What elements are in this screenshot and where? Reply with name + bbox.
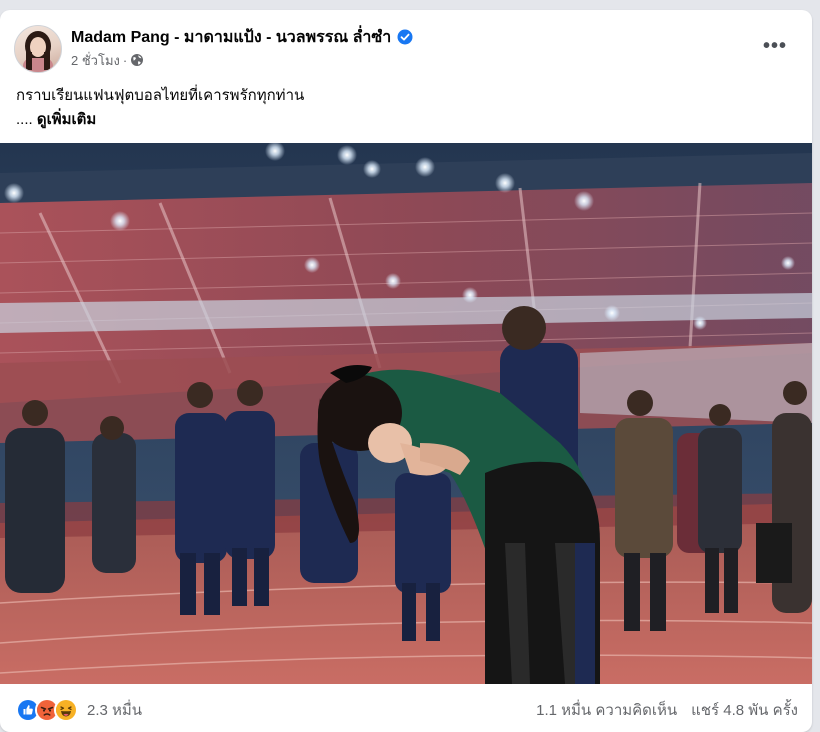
shares-count[interactable]: แชร์ 4.8 พัน ครั้ง	[691, 698, 798, 722]
engagement-stats: 1.1 หมื่น ความคิดเห็น แชร์ 4.8 พัน ครั้ง	[536, 698, 798, 722]
post-caption: กราบเรียนแฟนฟุตบอลไทยที่เคารพรักทุกท่าน	[16, 87, 305, 104]
see-more-ellipsis: ....	[16, 111, 33, 128]
avatar-portrait-icon	[23, 31, 53, 72]
meta-separator: ·	[122, 52, 128, 68]
post-timestamp[interactable]: 2 ชั่วโมง	[71, 50, 120, 71]
author-row: Madam Pang - มาดามแป้ง - นวลพรรณ ล่ำซำ	[71, 26, 413, 48]
post-footer: 2.3 หมื่น 1.1 หมื่น ความคิดเห็น แชร์ 4.8…	[0, 684, 812, 732]
see-more-link[interactable]: ดูเพิ่มเติม	[37, 111, 96, 128]
see-more-row: .... ดูเพิ่มเติม	[16, 108, 96, 132]
post-meta: 2 ชั่วโมง ·	[71, 51, 144, 69]
more-options-button[interactable]: •••	[760, 34, 790, 58]
post-photo[interactable]	[0, 143, 812, 684]
comments-count[interactable]: 1.1 หมื่น ความคิดเห็น	[536, 698, 677, 722]
author-avatar[interactable]	[14, 25, 62, 73]
stadium-photo-image	[0, 143, 812, 684]
reactions-summary[interactable]: 2.3 หมื่น	[16, 698, 142, 722]
post-header: Madam Pang - มาดามแป้ง - นวลพรรณ ล่ำซำ 2…	[0, 10, 812, 80]
verified-badge-icon	[397, 29, 413, 45]
haha-icon	[54, 698, 78, 722]
public-globe-icon[interactable]	[130, 53, 144, 67]
post-card: Madam Pang - มาดามแป้ง - นวลพรรณ ล่ำซำ 2…	[0, 10, 812, 732]
author-name[interactable]: Madam Pang - มาดามแป้ง - นวลพรรณ ล่ำซำ	[71, 25, 391, 50]
reaction-count[interactable]: 2.3 หมื่น	[87, 698, 142, 722]
